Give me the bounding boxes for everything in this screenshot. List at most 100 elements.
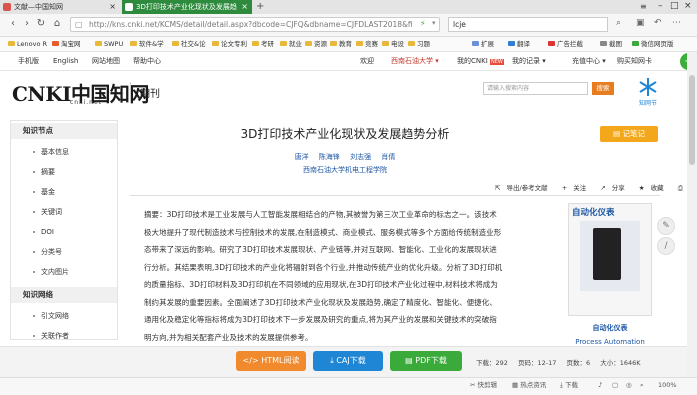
- nav-mobile[interactable]: 手机版: [18, 52, 39, 70]
- page-count: 页数：6: [566, 359, 591, 367]
- zoom-icon[interactable]: ⌕: [640, 377, 644, 394]
- share-button[interactable]: ↗ 分享: [600, 184, 630, 192]
- recharge-link[interactable]: 充值中心 ▾: [572, 52, 606, 70]
- close-tab-icon[interactable]: ×: [241, 0, 248, 14]
- institution-link[interactable]: 西南石油大学 ▾: [391, 52, 439, 70]
- site-search-button[interactable]: 搜索: [592, 82, 614, 95]
- adblock-button[interactable]: 广告拦截: [548, 37, 583, 51]
- caj-download-button[interactable]: ⤓ CAJ下载: [313, 351, 383, 371]
- browser-icon[interactable]: ◎: [626, 377, 632, 394]
- sidebar-item-basic-info[interactable]: 基本信息: [11, 142, 117, 162]
- bookmark-contest[interactable]: 竞赛: [356, 37, 378, 51]
- scrollbar-thumb[interactable]: [689, 75, 695, 165]
- sidebar-item-figures[interactable]: 文内图片: [11, 262, 117, 282]
- site-search-input[interactable]: 请输入搜索内容: [483, 82, 588, 95]
- author-affiliation[interactable]: 西南石油大学机电工程学院: [130, 165, 560, 175]
- url-input[interactable]: ▢ http://kns.cnki.net/KCMS/detail/detail…: [70, 17, 440, 32]
- favorite-button[interactable]: ★ 收藏: [639, 184, 670, 192]
- sidebar-item-keywords[interactable]: 关键词: [11, 202, 117, 222]
- close-window-icon[interactable]: ×: [684, 0, 692, 13]
- bookmark-education[interactable]: 教育: [330, 37, 352, 51]
- refresh-icon[interactable]: ↻: [34, 17, 48, 31]
- bookmark-electronics[interactable]: 电设: [382, 37, 404, 51]
- sidebar-item-classification[interactable]: 分类号: [11, 242, 117, 262]
- sidebar-item-fund[interactable]: 基金: [11, 182, 117, 202]
- security-icon[interactable]: ⚡: [420, 19, 426, 28]
- buy-card-link[interactable]: 购买知网卡: [617, 52, 652, 70]
- zhiwangjie-logo-icon[interactable]: 知网节: [630, 74, 666, 108]
- browser-status-bar: [0, 377, 697, 395]
- window-icon[interactable]: ▢: [612, 377, 618, 394]
- folder-icon: [382, 41, 389, 46]
- news-button[interactable]: ▦ 热点资讯: [512, 377, 546, 394]
- wechat-icon: [632, 41, 639, 46]
- journal-name[interactable]: 自动化仪表: [568, 323, 652, 333]
- bookmark-exercises[interactable]: 习题: [408, 37, 430, 51]
- extensions-button[interactable]: 扩展: [472, 37, 494, 51]
- sound-icon[interactable]: ♪: [598, 377, 602, 394]
- sidebar-item-citation-network[interactable]: 引文网络: [11, 306, 117, 326]
- author-link[interactable]: 肖倩: [381, 153, 395, 161]
- pdf-download-button[interactable]: ▤ PDF下载: [390, 351, 462, 371]
- code-icon: </>: [242, 356, 259, 365]
- nav-english[interactable]: English: [53, 52, 78, 70]
- browser-search-input[interactable]: lcje: [448, 17, 608, 32]
- my-records-link[interactable]: 我的记录 ▾: [512, 52, 546, 70]
- tab-article-active[interactable]: 3D打印技术产业化现状及发展趋 ×: [122, 0, 252, 14]
- bookmark-lenovo[interactable]: Lenovo R: [8, 37, 47, 51]
- menu-icon[interactable]: ≡: [640, 0, 647, 14]
- take-note-button[interactable]: ▤ 记笔记: [600, 126, 658, 142]
- nav-sitemap[interactable]: 网站地图: [92, 52, 120, 70]
- bookmark-software[interactable]: 软件&学: [130, 37, 164, 51]
- translate-button[interactable]: 翻译: [508, 37, 530, 51]
- sidebar-item-doi[interactable]: DOI: [11, 222, 117, 242]
- maximize-icon[interactable]: □: [670, 0, 679, 13]
- comment-icon[interactable]: ✎: [657, 217, 675, 235]
- nav-help[interactable]: 帮助中心: [133, 52, 161, 70]
- bookmark-taobao[interactable]: 淘宝网: [52, 37, 81, 51]
- url-text: http://kns.cnki.net/KCMS/detail/detail.a…: [89, 20, 413, 29]
- new-tab-plus-icon[interactable]: +: [256, 0, 264, 13]
- save-icon[interactable]: ▣: [636, 18, 645, 28]
- export-button[interactable]: ⇱ 导出/参考文献: [495, 184, 554, 192]
- follow-button[interactable]: + 关注: [562, 184, 592, 192]
- bookmark-papers[interactable]: 论文专利: [212, 37, 247, 51]
- abstract-line: 极大地提升了现代制造技术与控制技术的发展,在制造模式、商业模式、服务模式等多个方…: [144, 227, 502, 237]
- search-icon[interactable]: ⌕: [616, 18, 621, 28]
- forward-icon[interactable]: ›: [20, 17, 34, 31]
- quick-clip-button[interactable]: ✂ 快剪辑: [470, 377, 497, 394]
- undo-icon[interactable]: ↶: [654, 18, 662, 28]
- close-tab-icon[interactable]: ×: [109, 0, 116, 14]
- my-cnki-link[interactable]: 我的CNKI NEW: [457, 52, 504, 71]
- sidebar-item-related-authors[interactable]: 关联作者: [11, 326, 117, 346]
- html-read-button[interactable]: </> HTML阅读: [236, 351, 306, 371]
- download-icon: ⤓: [560, 381, 563, 389]
- more-icon[interactable]: ⋯: [672, 18, 681, 28]
- back-icon[interactable]: ‹: [6, 17, 20, 31]
- folder-icon: [408, 41, 415, 46]
- sidebar-item-abstract[interactable]: 摘要: [11, 162, 117, 182]
- tab-title: 3D打印技术产业化现状及发展趋: [136, 3, 237, 11]
- zoom-level[interactable]: 100%: [658, 377, 677, 394]
- home-icon[interactable]: ⌂: [50, 17, 64, 31]
- folder-icon: [130, 41, 137, 46]
- screenshot-button[interactable]: 截图: [600, 37, 622, 51]
- new-badge: NEW: [490, 59, 504, 65]
- journal-name-en[interactable]: Process Automation: [568, 338, 652, 346]
- author-link[interactable]: 陈海锋: [319, 153, 340, 161]
- bookmark-kaoyan[interactable]: 考研: [252, 37, 274, 51]
- bookmark-social[interactable]: 社交&论: [172, 37, 206, 51]
- wechat-button[interactable]: 微信网页版: [632, 37, 674, 51]
- bookmark-jobs[interactable]: 就业: [280, 37, 302, 51]
- author-link[interactable]: 唐洋: [295, 153, 309, 161]
- tab-cnki-literature[interactable]: 文献—中国知网 ×: [0, 0, 120, 14]
- downloads-button[interactable]: ⤓ 下载: [560, 377, 578, 394]
- author-link[interactable]: 刘志强: [350, 153, 371, 161]
- dropdown-chevron-icon[interactable]: ▾: [432, 19, 436, 27]
- minimize-icon[interactable]: –: [658, 0, 663, 13]
- sidebar-heading-network: 知识网络: [11, 287, 117, 303]
- edit-icon[interactable]: /: [657, 237, 675, 255]
- abstract-line: 3D打印技术是工业发展与人工智能发展相结合的产物,其被誉为第三次工业革命的标志之…: [166, 210, 497, 219]
- bookmark-resources[interactable]: 资源: [305, 37, 327, 51]
- bookmark-swpu[interactable]: SWPU: [95, 37, 123, 51]
